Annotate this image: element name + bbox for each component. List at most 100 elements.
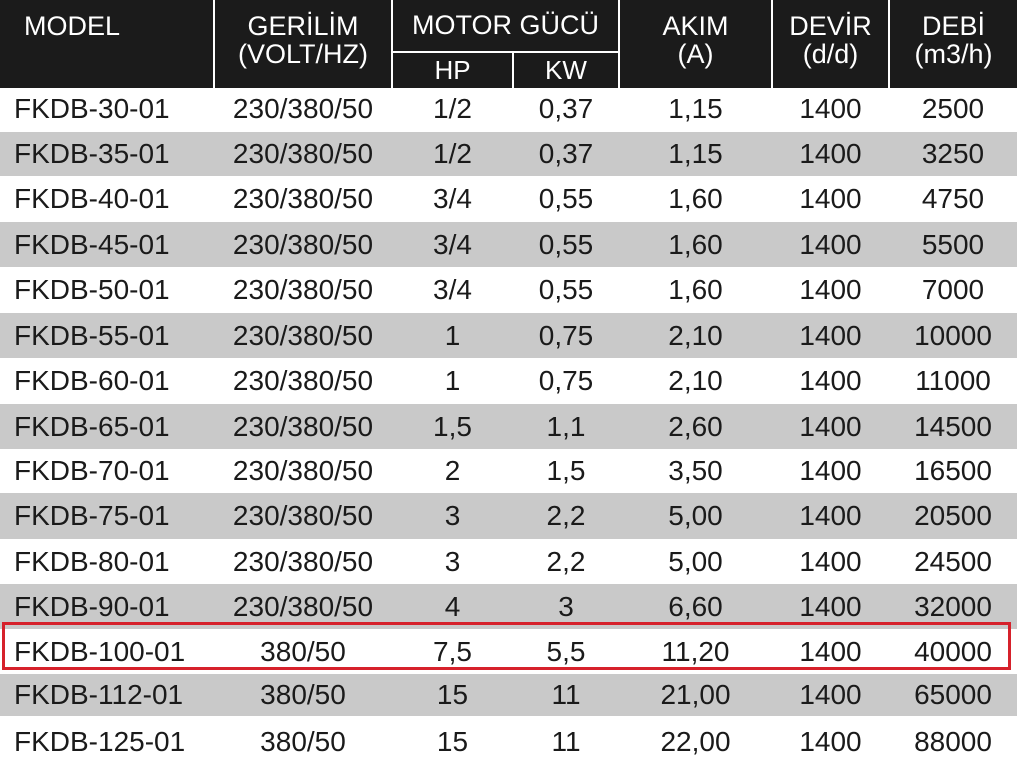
cell-model: FKDB-125-01 bbox=[14, 726, 186, 757]
cell-current: 6,60 bbox=[619, 584, 772, 629]
header-motor-power: MOTOR GÜCÜ bbox=[391, 0, 619, 53]
cell-model: FKDB-35-01 bbox=[0, 130, 214, 176]
table-row: FKDB-112-01 380/50 15 11 21,00 1400 65000 bbox=[0, 674, 1017, 716]
table-row: FKDB-60-01 230/380/50 1 0,75 2,10 1400 11000 bbox=[0, 358, 1017, 404]
cell-current: 2,10 bbox=[668, 365, 723, 396]
cell-model: FKDB-55-01 bbox=[0, 313, 214, 358]
table-row: FKDB-30-01 230/380/50 1/2 0,37 1,15 1400 2500 bbox=[0, 88, 1017, 131]
header-flow: DEBİ (m3/h) bbox=[888, 0, 1017, 88]
cell-rpm: 1400 bbox=[799, 545, 862, 577]
cell-kw: 2,2 bbox=[546, 545, 586, 577]
table-header: MODEL GERİLİM (VOLT/HZ) MOTOR GÜCÜ AKIM (A… bbox=[0, 0, 1017, 88]
cell-kw: 0,37 bbox=[513, 130, 619, 176]
table-row: FKDB-75-01 230/380/50 3 2,2 5,00 1400 20500 bbox=[0, 493, 1017, 539]
cell-hp: 3/4 bbox=[392, 222, 513, 267]
cell-hp: 4 bbox=[392, 584, 513, 629]
cell-hp: 1,5 bbox=[392, 404, 513, 449]
cell-voltage: 230/380/50 bbox=[214, 222, 392, 267]
cell-model: FKDB-40-01 bbox=[14, 183, 170, 214]
cell-current: 1,60 bbox=[668, 274, 723, 305]
cell-hp: 15 bbox=[436, 726, 469, 757]
cell-current: 1,60 bbox=[668, 183, 723, 214]
cell-flow: 14500 bbox=[889, 404, 1017, 449]
cell-voltage: 380/50 bbox=[260, 726, 346, 757]
cell-hp: 3/4 bbox=[433, 274, 472, 305]
cell-current: 2,10 bbox=[619, 313, 772, 358]
cell-kw: 11 bbox=[551, 726, 581, 757]
cell-rpm: 1400 bbox=[799, 726, 862, 757]
header-voltage: GERİLİM (VOLT/HZ) bbox=[213, 0, 392, 88]
cell-flow: 20500 bbox=[889, 493, 1017, 539]
cell-hp: 1/2 bbox=[433, 93, 472, 125]
cell-voltage: 380/50 bbox=[260, 635, 346, 667]
cell-model: FKDB-112-01 bbox=[0, 674, 214, 716]
cell-kw: 0,55 bbox=[513, 222, 619, 267]
table-row: FKDB-80-01 230/380/50 3 2,2 5,00 1400 24500 bbox=[0, 539, 1017, 584]
cell-voltage: 230/380/50 bbox=[214, 493, 392, 539]
cell-kw: 0,55 bbox=[538, 183, 594, 214]
table-row-highlighted: FKDB-100-01 380/50 7,5 5,5 11,20 1400 40000 bbox=[0, 629, 1017, 674]
cell-current: 11,20 bbox=[661, 635, 730, 667]
cell-kw: 11 bbox=[513, 674, 619, 716]
cell-kw: 2,2 bbox=[513, 493, 619, 539]
cell-model: FKDB-30-01 bbox=[14, 93, 170, 125]
cell-rpm: 1400 bbox=[799, 455, 862, 486]
cell-voltage: 230/380/50 bbox=[214, 584, 392, 629]
cell-voltage: 230/380/50 bbox=[232, 274, 374, 305]
cell-flow: 32000 bbox=[889, 584, 1017, 629]
cell-voltage: 230/380/50 bbox=[232, 545, 374, 577]
cell-voltage: 230/380/50 bbox=[214, 313, 392, 358]
header-kw: KW bbox=[512, 52, 619, 88]
cell-model: FKDB-90-01 bbox=[0, 584, 214, 629]
cell-model: FKDB-100-01 bbox=[14, 635, 186, 667]
cell-flow: 5500 bbox=[889, 222, 1017, 267]
cell-current: 5,00 bbox=[668, 545, 723, 577]
table-row: FKDB-90-01 230/380/50 4 3 6,60 1400 32000 bbox=[0, 584, 1017, 629]
header-rpm: DEVİR (d/d) bbox=[771, 0, 889, 88]
cell-hp: 3 bbox=[392, 493, 513, 539]
cell-hp: 2 bbox=[444, 455, 461, 486]
cell-model: FKDB-80-01 bbox=[14, 545, 170, 577]
cell-kw: 0,75 bbox=[538, 365, 594, 396]
table-row: FKDB-55-01 230/380/50 1 0,75 2,10 1400 10000 bbox=[0, 313, 1017, 358]
cell-rpm: 1400 bbox=[772, 130, 889, 176]
table-row: FKDB-40-01 230/380/50 3/4 0,55 1,60 1400 4750 bbox=[0, 176, 1017, 222]
cell-current: 1,15 bbox=[619, 130, 772, 176]
cell-rpm: 1400 bbox=[799, 365, 862, 396]
cell-flow: 11000 bbox=[915, 365, 991, 396]
cell-voltage: 230/380/50 bbox=[232, 455, 374, 486]
cell-current: 5,00 bbox=[619, 493, 772, 539]
cell-hp: 3 bbox=[444, 545, 461, 577]
cell-hp: 1 bbox=[392, 313, 513, 358]
cell-current: 1,15 bbox=[668, 93, 723, 125]
cell-voltage: 230/380/50 bbox=[214, 130, 392, 176]
cell-rpm: 1400 bbox=[799, 183, 862, 214]
cell-kw: 1,1 bbox=[513, 404, 619, 449]
cell-rpm: 1400 bbox=[772, 404, 889, 449]
cell-kw: 5,5 bbox=[546, 635, 586, 667]
cell-hp: 1/2 bbox=[392, 130, 513, 176]
cell-rpm: 1400 bbox=[799, 93, 862, 125]
cell-kw: 3 bbox=[513, 584, 619, 629]
cell-kw: 0,55 bbox=[538, 274, 594, 305]
cell-model: FKDB-75-01 bbox=[0, 493, 214, 539]
cell-flow: 24500 bbox=[914, 545, 992, 577]
cell-voltage: 230/380/50 bbox=[214, 404, 392, 449]
cell-voltage: 230/380/50 bbox=[232, 365, 374, 396]
cell-rpm: 1400 bbox=[772, 313, 889, 358]
cell-voltage: 230/380/50 bbox=[232, 93, 374, 125]
cell-flow: 3250 bbox=[889, 130, 1017, 176]
cell-current: 1,60 bbox=[619, 222, 772, 267]
cell-model: FKDB-70-01 bbox=[14, 455, 170, 486]
cell-kw: 1,5 bbox=[546, 455, 586, 486]
cell-current: 22,00 bbox=[660, 726, 731, 757]
cell-voltage: 230/380/50 bbox=[232, 183, 374, 214]
table-row: FKDB-125-01 380/50 15 11 22,00 1400 88000 bbox=[0, 716, 1017, 768]
cell-model: FKDB-60-01 bbox=[14, 365, 170, 396]
cell-current: 21,00 bbox=[619, 674, 772, 716]
cell-kw: 0,37 bbox=[538, 93, 594, 125]
cell-rpm: 1400 bbox=[799, 274, 862, 305]
cell-hp: 15 bbox=[392, 674, 513, 716]
cell-model: FKDB-65-01 bbox=[0, 404, 214, 449]
cell-hp: 3/4 bbox=[433, 183, 472, 214]
